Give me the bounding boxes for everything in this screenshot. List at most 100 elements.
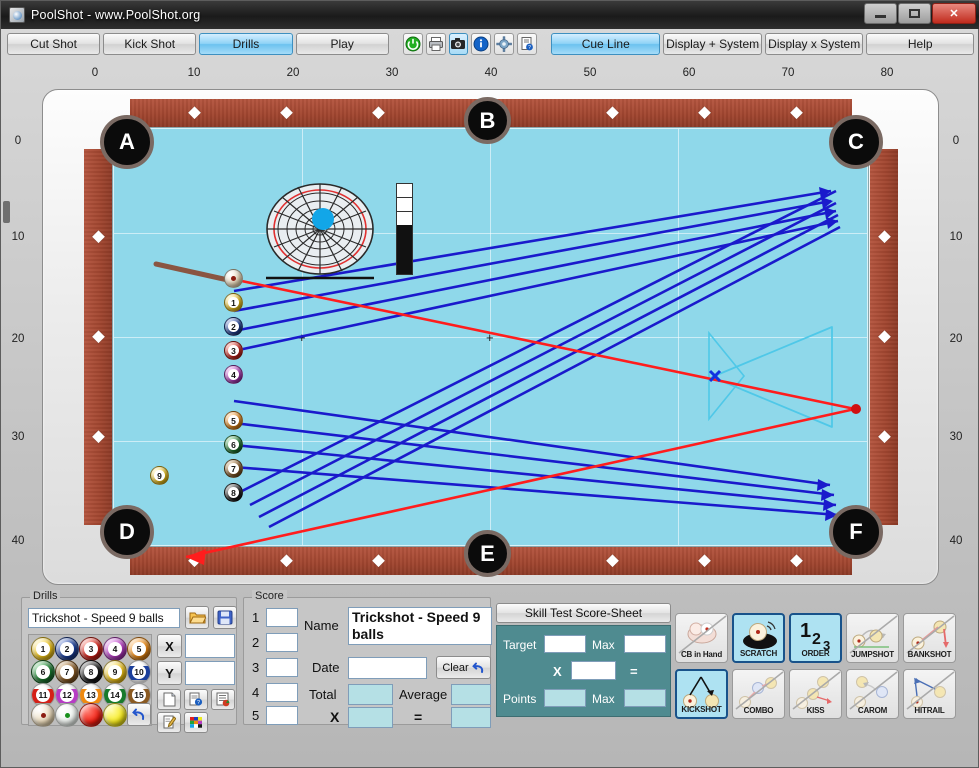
shot-bankshot-label: BANKSHOT bbox=[907, 650, 952, 659]
shot-paths-overlay bbox=[153, 187, 861, 565]
palette-ball-4[interactable]: 4 bbox=[103, 637, 127, 661]
shot-hitrail[interactable]: HITRAIL bbox=[903, 669, 956, 719]
x-coord-button[interactable]: X bbox=[157, 634, 182, 658]
score-row-input-3[interactable] bbox=[266, 658, 298, 677]
y-coord-input[interactable] bbox=[185, 661, 235, 685]
ruler-left-tick: 40 bbox=[11, 535, 25, 547]
shot-kickshot[interactable]: KICKSHOT bbox=[675, 669, 728, 719]
ball-1[interactable]: 1 bbox=[224, 293, 243, 312]
close-button[interactable]: ✕ bbox=[932, 3, 976, 24]
palette-cue-ball[interactable] bbox=[31, 703, 55, 727]
palette-ball-1[interactable]: 1 bbox=[31, 637, 55, 661]
clear-button[interactable]: Clear bbox=[436, 656, 491, 679]
ball-cue[interactable] bbox=[224, 269, 243, 288]
list-color-icon[interactable] bbox=[211, 689, 235, 710]
display-plus-system-button[interactable]: Display + System bbox=[663, 33, 762, 55]
skill-max2-value[interactable] bbox=[624, 689, 666, 707]
minimize-button[interactable] bbox=[864, 3, 897, 24]
save-drill-button[interactable] bbox=[213, 606, 237, 629]
palette-icon[interactable] bbox=[184, 712, 208, 733]
rack-triangle-outline bbox=[708, 326, 833, 428]
pocket-b[interactable]: B bbox=[464, 97, 511, 144]
shot-kiss[interactable]: KISS bbox=[789, 669, 842, 719]
shot-carom[interactable]: CAROM bbox=[846, 669, 899, 719]
score-x-value[interactable] bbox=[348, 707, 393, 728]
speed-meter[interactable] bbox=[396, 183, 413, 275]
score-row-input-4[interactable] bbox=[266, 683, 298, 702]
ruler-top-tick: 20 bbox=[286, 67, 300, 79]
help-button[interactable]: Help bbox=[866, 33, 974, 55]
pocket-d[interactable]: D bbox=[100, 505, 154, 559]
skill-max1-input[interactable] bbox=[624, 635, 666, 653]
shot-combo[interactable]: COMBO bbox=[732, 669, 785, 719]
tab-kick-shot[interactable]: Kick Shot bbox=[103, 33, 197, 55]
display-x-system-button[interactable]: Display x System bbox=[764, 33, 864, 55]
ball-7[interactable]: 7 bbox=[224, 459, 243, 478]
ball-8[interactable]: 8 bbox=[224, 483, 243, 502]
score-row-input-5[interactable] bbox=[266, 706, 298, 725]
palette-ball-10[interactable]: 10 bbox=[127, 660, 151, 684]
maximize-button[interactable] bbox=[898, 3, 931, 24]
palette-ghost-ball[interactable] bbox=[55, 703, 79, 727]
palette-ball-6[interactable]: 6 bbox=[31, 660, 55, 684]
skill-test-title-button[interactable]: Skill Test Score-Sheet bbox=[496, 603, 671, 623]
shot-jumpshot[interactable]: JUMPSHOT bbox=[846, 613, 899, 663]
info-icon[interactable] bbox=[471, 33, 492, 55]
palette-ball-5[interactable]: 5 bbox=[127, 637, 151, 661]
palette-yellow-ball[interactable] bbox=[103, 703, 127, 727]
palette-ball-8[interactable]: 8 bbox=[79, 660, 103, 684]
pocket-f[interactable]: F bbox=[829, 505, 883, 559]
score-row-input-2[interactable] bbox=[266, 633, 298, 652]
power-icon[interactable] bbox=[402, 33, 423, 55]
ball-9[interactable]: 9 bbox=[150, 466, 169, 485]
table-felt[interactable]: + + 1 2 3 4 5 6 7 8 9 bbox=[114, 129, 867, 565]
spin-target-widget[interactable] bbox=[262, 181, 379, 281]
skill-points-value[interactable] bbox=[544, 689, 586, 707]
open-drill-button[interactable] bbox=[185, 606, 209, 629]
cue-line-toggle[interactable]: Cue Line bbox=[551, 33, 661, 55]
skill-max1-label: Max bbox=[592, 638, 615, 652]
score-total-value[interactable] bbox=[348, 684, 393, 705]
printer-icon[interactable] bbox=[425, 33, 446, 55]
pocket-c[interactable]: C bbox=[829, 115, 883, 169]
settings-gear-icon[interactable] bbox=[494, 33, 515, 55]
ball-5[interactable]: 5 bbox=[224, 411, 243, 430]
score-total-label: Total bbox=[309, 687, 337, 702]
ball-3[interactable]: 3 bbox=[224, 341, 243, 360]
y-coord-button[interactable]: Y bbox=[157, 661, 182, 685]
x-coord-input[interactable] bbox=[185, 634, 235, 658]
shot-order[interactable]: 1 2 3 ORDER bbox=[789, 613, 842, 663]
shot-cb-in-hand[interactable]: CB in Hand bbox=[675, 613, 728, 663]
palette-ball-3[interactable]: 3 bbox=[79, 637, 103, 661]
score-result-value[interactable] bbox=[451, 707, 491, 728]
score-date-input[interactable] bbox=[348, 657, 427, 679]
undo-button[interactable] bbox=[127, 703, 151, 726]
palette-ball-9[interactable]: 9 bbox=[103, 660, 127, 684]
edit-note-icon[interactable] bbox=[157, 712, 181, 733]
shot-bankshot[interactable]: BANKSHOT bbox=[903, 613, 956, 663]
drill-name-input[interactable] bbox=[28, 608, 180, 628]
skill-multiplier-input[interactable] bbox=[571, 661, 616, 680]
tab-cut-shot[interactable]: Cut Shot bbox=[7, 33, 101, 55]
pocket-e[interactable]: E bbox=[464, 530, 511, 577]
score-name-value[interactable]: Trickshot - Speed 9 balls bbox=[348, 607, 492, 645]
ball-6[interactable]: 6 bbox=[224, 435, 243, 454]
ruler-right-tick: 0 bbox=[952, 135, 960, 147]
pocket-a[interactable]: A bbox=[100, 115, 154, 169]
ball-4[interactable]: 4 bbox=[224, 365, 243, 384]
ball-2[interactable]: 2 bbox=[224, 317, 243, 336]
palette-red-ball[interactable] bbox=[79, 703, 103, 727]
camera-icon[interactable] bbox=[448, 33, 469, 55]
tab-play[interactable]: Play bbox=[295, 33, 389, 55]
doc-help-icon[interactable]: ? bbox=[184, 689, 208, 710]
shot-scratch[interactable]: SCRATCH bbox=[732, 613, 785, 663]
palette-ball-7[interactable]: 7 bbox=[55, 660, 79, 684]
palette-ball-2[interactable]: 2 bbox=[55, 637, 79, 661]
skill-target-input[interactable] bbox=[544, 635, 586, 653]
score-row-input-1[interactable] bbox=[266, 608, 298, 627]
pool-table[interactable]: + + 1 2 3 4 5 6 7 8 9 A B C D E F bbox=[42, 89, 939, 585]
tab-drills[interactable]: Drills bbox=[199, 33, 293, 55]
score-average-value[interactable] bbox=[451, 684, 491, 705]
help-document-icon[interactable]: ? bbox=[517, 33, 538, 55]
new-page-icon[interactable] bbox=[157, 689, 181, 710]
